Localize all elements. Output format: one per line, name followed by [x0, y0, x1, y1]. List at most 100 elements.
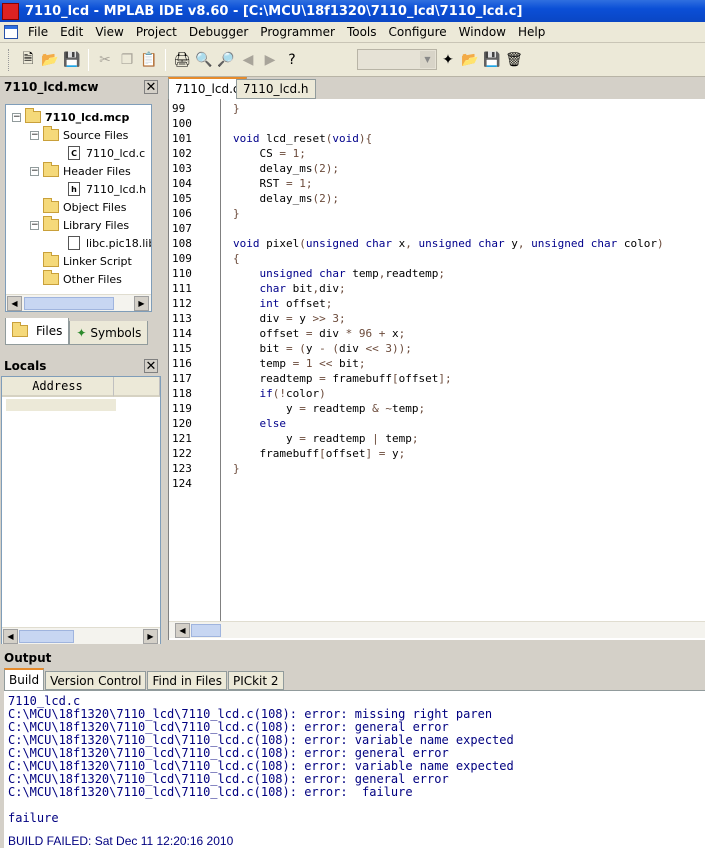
tree-item-library-files[interactable]: − Library Files [30, 216, 129, 234]
scroll-right-icon[interactable]: ▶ [134, 296, 149, 311]
menu-configure[interactable]: Configure [383, 25, 453, 39]
code-line[interactable]: delay_ms(2); [233, 191, 339, 206]
scrollbar-thumb[interactable] [191, 624, 221, 637]
paste-icon[interactable]: 📋 [138, 49, 160, 71]
code-line[interactable]: offset = div * 96 + x; [233, 326, 405, 341]
collapse-icon[interactable]: − [12, 112, 21, 122]
collapse-icon[interactable]: − [30, 130, 39, 140]
scroll-left-icon[interactable]: ◀ [3, 629, 18, 644]
tab-pickit-2[interactable]: PICkit 2 [227, 671, 284, 690]
code-line[interactable]: } [233, 101, 240, 116]
code-line[interactable]: else [233, 416, 287, 431]
close-icon[interactable]: ✕ [144, 359, 158, 373]
tree-item-other-files[interactable]: Other Files [43, 270, 122, 288]
menu-programmer[interactable]: Programmer [254, 25, 341, 39]
column-header-next[interactable] [114, 377, 160, 397]
menu-help[interactable]: Help [512, 25, 551, 39]
code-line[interactable]: } [233, 461, 240, 476]
column-header-address[interactable]: Address [2, 377, 114, 397]
tab-version-control[interactable]: Version Control [45, 671, 147, 690]
scroll-right-icon[interactable]: ▶ [143, 629, 158, 644]
chevron-down-icon[interactable]: ▼ [420, 51, 435, 68]
open-project-icon[interactable]: 📂 [459, 49, 481, 71]
tree-item-file-c[interactable]: C 7110_lcd.c [68, 144, 145, 162]
tab-symbols[interactable]: ✦ Symbols [69, 321, 149, 345]
tree-item-source-files[interactable]: − Source Files [30, 126, 128, 144]
tree-horizontal-scrollbar[interactable]: ◀ ▶ [6, 294, 151, 311]
menu-project[interactable]: Project [130, 25, 183, 39]
code-line[interactable]: div = y >> 3; [233, 311, 345, 326]
code-line[interactable]: void pixel(unsigned char x, unsigned cha… [233, 236, 664, 251]
code-line[interactable]: int offset; [233, 296, 333, 311]
tree-item-file-lib[interactable]: libc.pic18.lib [68, 234, 151, 252]
code-editor[interactable]: 99 100 101 102 103 104 105 106 107 108 109 110 111 11… [168, 99, 705, 640]
save-project-icon[interactable]: 💾 [481, 49, 503, 71]
code-line[interactable]: delay_ms(2); [233, 161, 339, 176]
scroll-left-icon[interactable]: ◀ [175, 623, 190, 638]
code-line[interactable]: void lcd_reset(void){ [233, 131, 372, 146]
find-icon[interactable]: 🔍 [193, 49, 215, 71]
output-panel: Output Build Version Control Find in Fil… [0, 649, 705, 848]
tab-files[interactable]: Files [5, 318, 70, 345]
build-output[interactable]: BUILD FAILED: Sat Dec 11 12:20:16 2010 7… [4, 690, 705, 848]
menu-view[interactable]: View [89, 25, 129, 39]
tree-item-file-h[interactable]: h 7110_lcd.h [68, 180, 146, 198]
cut-icon[interactable]: ✂ [94, 49, 116, 71]
locals-title-bar: Locals ✕ [0, 356, 162, 376]
code-line[interactable]: framebuff[offset] = y; [233, 446, 405, 461]
find-next-icon[interactable]: 🔎 [215, 49, 237, 71]
tab-find-in-files[interactable]: Find in Files [147, 671, 227, 690]
code-line[interactable]: } [233, 206, 240, 221]
tree-item-object-files[interactable]: Object Files [43, 198, 126, 216]
close-icon[interactable]: ✕ [144, 80, 158, 94]
locals-row[interactable] [6, 399, 116, 411]
back-icon[interactable]: ◀ [237, 49, 259, 71]
tab-build[interactable]: Build [4, 668, 45, 690]
menu-edit[interactable]: Edit [54, 25, 89, 39]
tree-item-project[interactable]: − 7110_lcd.mcp [12, 108, 129, 126]
code-line[interactable]: RST = 1; [233, 176, 312, 191]
code-line[interactable]: char bit,div; [233, 281, 346, 296]
print-icon[interactable]: 🖨 [171, 49, 193, 71]
code-line[interactable]: if(!color) [233, 386, 326, 401]
forward-icon[interactable]: ▶ [259, 49, 281, 71]
close-project-icon[interactable]: 🗑 [503, 49, 525, 71]
locals-horizontal-scrollbar[interactable]: ◀ ▶ [2, 627, 160, 644]
toolbar-grip[interactable] [8, 48, 11, 71]
copy-icon[interactable]: ❐ [116, 49, 138, 71]
scrollbar-thumb[interactable] [19, 630, 74, 643]
menu-file[interactable]: File [22, 25, 54, 39]
scroll-left-icon[interactable]: ◀ [7, 296, 22, 311]
menu-tools[interactable]: Tools [341, 25, 383, 39]
folder-icon [43, 216, 59, 231]
menu-debugger[interactable]: Debugger [183, 25, 254, 39]
build-config-combo[interactable]: ▼ [357, 49, 437, 70]
save-icon[interactable]: 💾 [61, 49, 83, 71]
code-line[interactable]: { [233, 251, 240, 266]
tree-item-label: Library Files [63, 218, 130, 232]
tree-item-header-files[interactable]: − Header Files [30, 162, 131, 180]
editor-horizontal-scrollbar[interactable]: ◀ [169, 621, 705, 638]
locals-title: Locals [4, 359, 47, 373]
collapse-icon[interactable]: − [30, 220, 39, 230]
help-icon[interactable]: ? [281, 49, 303, 71]
code-line[interactable]: y = readtemp | temp; [233, 431, 419, 446]
code-line[interactable]: temp = 1 << bit; [233, 356, 365, 371]
tab-7110-lcd-c[interactable]: 7110_lcd.c [168, 77, 247, 99]
new-file-icon[interactable]: 🗎 [17, 49, 39, 71]
document-window-icon[interactable] [4, 25, 18, 39]
code-line[interactable]: readtemp = framebuff[offset]; [233, 371, 451, 386]
collapse-icon[interactable]: − [30, 166, 39, 176]
menu-window[interactable]: Window [453, 25, 512, 39]
scrollbar-thumb[interactable] [24, 297, 114, 310]
tab-7110-lcd-h[interactable]: 7110_lcd.h [236, 79, 316, 99]
folder-icon [43, 198, 59, 213]
code-line[interactable]: CS = 1; [233, 146, 305, 161]
code-line[interactable]: bit = (y - (div << 3)); [233, 341, 411, 356]
code-line[interactable]: unsigned char temp,readtemp; [233, 266, 445, 281]
code-line[interactable]: y = readtemp & ~temp; [233, 401, 425, 416]
new-project-icon[interactable]: ✦ [437, 49, 459, 71]
tree-item-linker-script[interactable]: Linker Script [43, 252, 132, 270]
open-folder-icon[interactable]: 📂 [39, 49, 61, 71]
workspace-title: 7110_lcd.mcw [4, 80, 99, 94]
